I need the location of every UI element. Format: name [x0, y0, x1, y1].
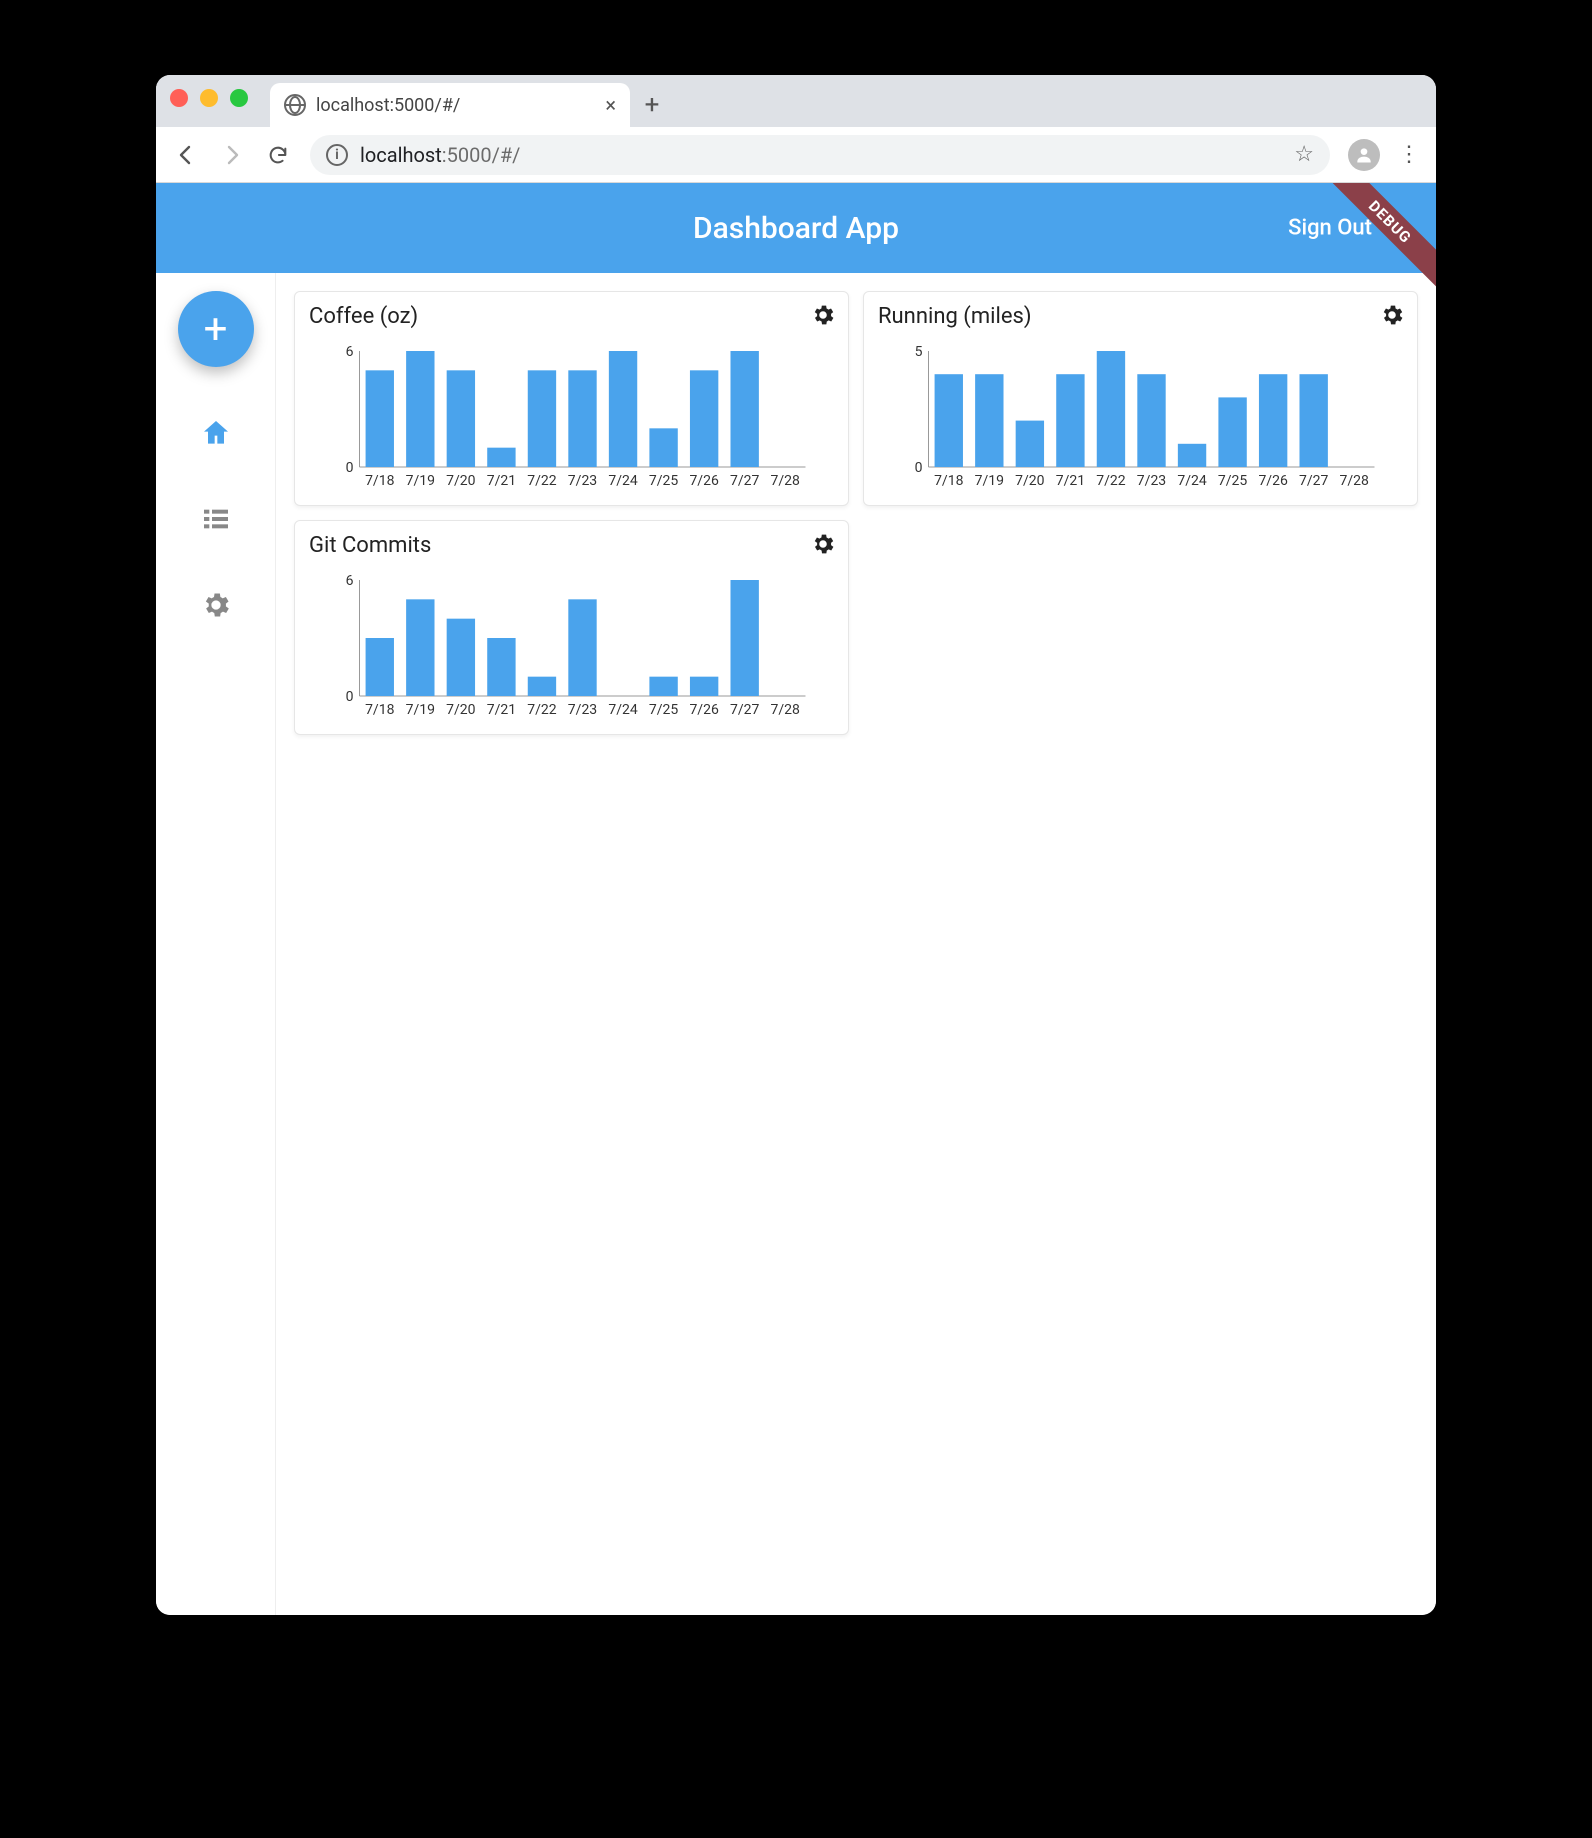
gear-icon[interactable] — [810, 302, 836, 332]
svg-text:7/24: 7/24 — [608, 473, 638, 489]
app-title: Dashboard App — [693, 211, 899, 246]
svg-text:7/26: 7/26 — [1258, 473, 1288, 489]
browser-tab[interactable]: localhost:5000/#/ × — [270, 83, 630, 127]
svg-text:7/18: 7/18 — [365, 473, 395, 489]
svg-text:7/22: 7/22 — [527, 473, 557, 489]
svg-text:7/19: 7/19 — [406, 473, 435, 489]
browser-window: localhost:5000/#/ × + i localhost:5000/#… — [156, 75, 1436, 1615]
svg-text:7/20: 7/20 — [1015, 473, 1045, 489]
svg-text:7/19: 7/19 — [406, 702, 435, 718]
card-title: Running (miles) — [878, 304, 1403, 329]
svg-text:6: 6 — [346, 573, 354, 589]
svg-text:7/21: 7/21 — [487, 702, 516, 718]
add-fab-button[interactable]: + — [178, 291, 254, 367]
svg-text:7/24: 7/24 — [1177, 473, 1207, 489]
svg-text:7/25: 7/25 — [649, 473, 679, 489]
window-controls — [170, 89, 248, 107]
plus-icon: + — [204, 305, 228, 354]
profile-avatar[interactable] — [1348, 139, 1380, 171]
svg-text:7/18: 7/18 — [934, 473, 964, 489]
window-zoom-button[interactable] — [230, 89, 248, 107]
card-commits: Git Commits 0 6 7/18 7/19 7/20 7/21 7/22 7/23 7/… — [294, 520, 849, 735]
svg-text:7/27: 7/27 — [1299, 473, 1329, 489]
svg-text:7/25: 7/25 — [1218, 473, 1248, 489]
svg-text:7/20: 7/20 — [446, 702, 476, 718]
chart-running: 0 5 7/18 7/19 7/20 7/21 7/22 7/23 7/24 7/25 7/26 7/… — [878, 341, 1403, 491]
gear-icon[interactable] — [810, 531, 836, 561]
card-title: Git Commits — [309, 533, 834, 558]
svg-text:7/22: 7/22 — [527, 702, 557, 718]
svg-text:7/27: 7/27 — [730, 473, 760, 489]
svg-text:7/27: 7/27 — [730, 702, 760, 718]
svg-text:7/28: 7/28 — [771, 473, 801, 489]
svg-text:7/26: 7/26 — [689, 473, 719, 489]
svg-text:5: 5 — [915, 344, 923, 360]
svg-text:6: 6 — [346, 344, 354, 360]
card-title: Coffee (oz) — [309, 304, 834, 329]
sidebar-item-home[interactable] — [200, 417, 232, 453]
svg-text:7/19: 7/19 — [975, 473, 1004, 489]
forward-button[interactable] — [218, 141, 246, 169]
svg-text:7/18: 7/18 — [365, 702, 395, 718]
svg-text:7/24: 7/24 — [608, 702, 638, 718]
url-host: localhost — [360, 143, 442, 167]
svg-text:0: 0 — [915, 460, 923, 476]
app-header: Dashboard App Sign Out DEBUG — [156, 183, 1436, 273]
dashboard-grid: Coffee (oz) 0 6 7/18 7/19 7/20 7/21 7/22 7/23 7/… — [276, 273, 1436, 1615]
card-coffee: Coffee (oz) 0 6 7/18 7/19 7/20 7/21 7/22 7/23 7/… — [294, 291, 849, 506]
svg-text:7/23: 7/23 — [568, 473, 597, 489]
svg-text:7/23: 7/23 — [1137, 473, 1166, 489]
sign-out-button[interactable]: Sign Out — [1288, 216, 1412, 241]
globe-icon — [284, 94, 306, 116]
svg-text:7/22: 7/22 — [1096, 473, 1126, 489]
window-close-button[interactable] — [170, 89, 188, 107]
svg-text:7/23: 7/23 — [568, 702, 597, 718]
site-info-icon[interactable]: i — [326, 144, 348, 166]
gear-icon[interactable] — [1379, 302, 1405, 332]
reload-button[interactable] — [264, 141, 292, 169]
chart-commits: 0 6 7/18 7/19 7/20 7/21 7/22 7/23 7/24 7/25 7/26 7/… — [309, 570, 834, 720]
address-bar[interactable]: i localhost:5000/#/ ☆ — [310, 135, 1330, 175]
new-tab-button[interactable]: + — [630, 83, 674, 127]
svg-text:0: 0 — [346, 460, 354, 476]
app-root: Dashboard App Sign Out DEBUG + — [156, 183, 1436, 1615]
sidebar-item-settings[interactable] — [200, 589, 232, 625]
svg-text:7/26: 7/26 — [689, 702, 719, 718]
sidebar: + — [156, 273, 276, 1615]
card-running: Running (miles) 0 5 7/18 7/19 7/20 7/21 7/22 7/… — [863, 291, 1418, 506]
bookmark-star-icon[interactable]: ☆ — [1294, 142, 1314, 167]
svg-text:7/28: 7/28 — [1340, 473, 1370, 489]
app-body: + Coffee (oz) 067/187/197 — [156, 273, 1436, 1615]
browser-tabstrip: localhost:5000/#/ × + — [156, 75, 1436, 127]
svg-text:7/21: 7/21 — [1056, 473, 1085, 489]
browser-toolbar: i localhost:5000/#/ ☆ ⋮ — [156, 127, 1436, 183]
tab-title: localhost:5000/#/ — [316, 95, 460, 116]
tab-close-button[interactable]: × — [605, 93, 616, 117]
back-button[interactable] — [172, 141, 200, 169]
chart-coffee: 0 6 7/18 7/19 7/20 7/21 7/22 7/23 7/24 7/25 7/26 7/… — [309, 341, 834, 491]
url-path: :5000/#/ — [442, 143, 521, 167]
sidebar-item-list[interactable] — [200, 503, 232, 539]
svg-text:7/25: 7/25 — [649, 702, 679, 718]
svg-text:7/20: 7/20 — [446, 473, 476, 489]
svg-text:7/21: 7/21 — [487, 473, 516, 489]
browser-menu-button[interactable]: ⋮ — [1398, 142, 1420, 167]
svg-text:7/28: 7/28 — [771, 702, 801, 718]
svg-text:0: 0 — [346, 689, 354, 705]
window-minimize-button[interactable] — [200, 89, 218, 107]
